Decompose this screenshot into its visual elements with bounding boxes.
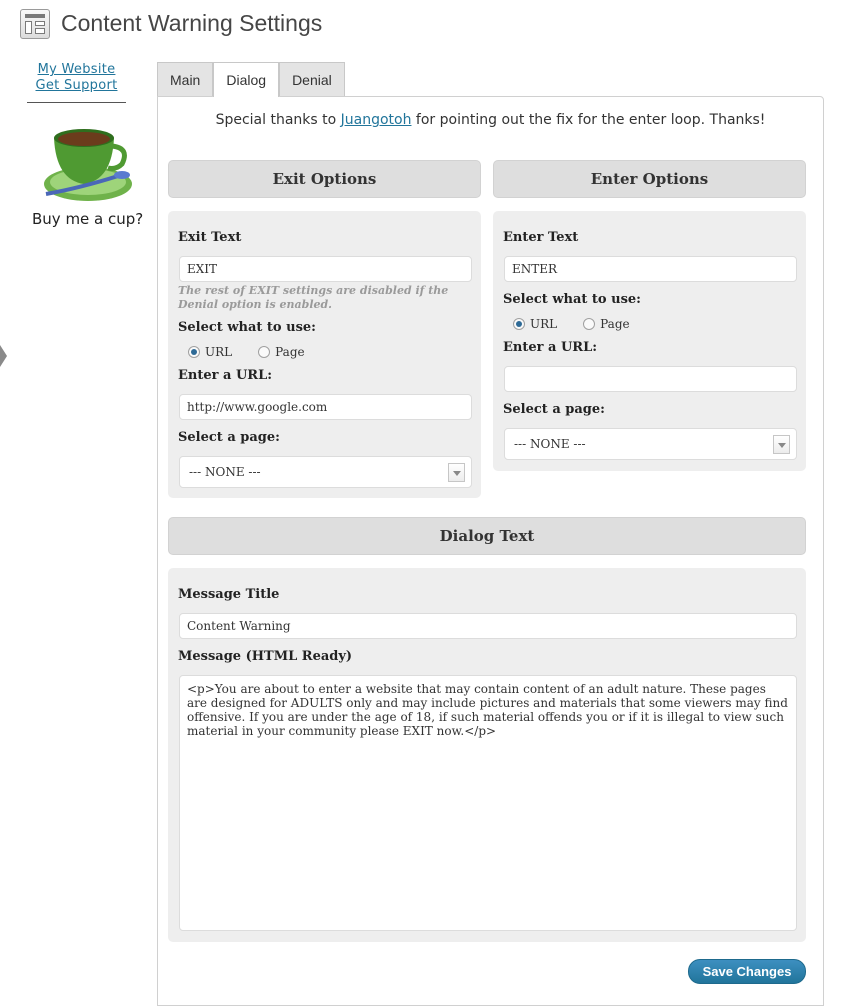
- thanks-notice: Special thanks to Juangotoh for pointing…: [158, 112, 823, 128]
- buy-me-a-cup-text: Buy me a cup?: [32, 210, 144, 228]
- enter-url-label: Enter a URL:: [503, 340, 598, 355]
- dialog-text-box: Message Title Content Warning Message (H…: [168, 568, 806, 942]
- exit-disabled-note: The rest of EXIT settings are disabled i…: [178, 284, 449, 311]
- dialog-text-heading: Dialog Text: [168, 517, 806, 555]
- exit-text-input[interactable]: EXIT: [179, 256, 472, 282]
- exit-page-radio[interactable]: [258, 346, 271, 358]
- exit-page-radio-label: Page: [275, 345, 305, 359]
- enter-page-radio[interactable]: [583, 318, 596, 330]
- message-label: Message (HTML Ready): [178, 649, 353, 664]
- settings-page-icon: [20, 9, 50, 39]
- enter-url-input[interactable]: [504, 366, 797, 392]
- enter-text-label: Enter Text: [503, 230, 579, 245]
- enter-url-radio-label: URL: [530, 317, 558, 331]
- chevron-down-icon[interactable]: [773, 435, 790, 454]
- exit-url-radio[interactable]: [188, 346, 200, 358]
- exit-text-label: Exit Text: [178, 230, 242, 245]
- coffee-cup-icon[interactable]: [30, 118, 145, 206]
- enter-page-select-value: --- NONE ---: [514, 437, 586, 451]
- save-changes-button[interactable]: Save Changes: [688, 959, 806, 984]
- exit-url-radio-label: URL: [205, 345, 233, 359]
- exit-page-select-value: --- NONE ---: [189, 465, 261, 479]
- message-textarea[interactable]: <p>You are about to enter a website that…: [179, 675, 797, 931]
- tab-dialog[interactable]: Dialog: [213, 62, 280, 97]
- juangotoh-link[interactable]: Juangotoh: [341, 112, 412, 128]
- thanks-text-after: for pointing out the fix for the enter l…: [411, 112, 766, 128]
- message-title-input[interactable]: Content Warning: [179, 613, 797, 639]
- thanks-text-before: Special thanks to: [215, 112, 341, 128]
- message-title-label: Message Title: [178, 587, 280, 602]
- enter-page-radio-label: Page: [600, 317, 630, 331]
- tab-bar: Main Dialog Denial: [157, 62, 345, 97]
- collapse-arrow-icon[interactable]: [0, 345, 7, 367]
- exit-page-label: Select a page:: [178, 430, 280, 445]
- chevron-down-icon[interactable]: [448, 463, 465, 482]
- enter-url-radio[interactable]: [513, 318, 525, 330]
- enter-select-label: Select what to use:: [503, 292, 641, 307]
- exit-url-label: Enter a URL:: [178, 368, 273, 383]
- enter-options-box: Enter Text ENTER Select what to use: URL…: [493, 211, 806, 471]
- tab-main[interactable]: Main: [157, 62, 214, 97]
- enter-type-radios: URL Page: [513, 317, 656, 331]
- exit-url-input[interactable]: http://www.google.com: [179, 394, 472, 420]
- exit-type-radios: URL Page: [188, 345, 331, 359]
- enter-page-label: Select a page:: [503, 402, 605, 417]
- page-title: Content Warning Settings: [61, 10, 323, 36]
- enter-page-select[interactable]: --- NONE ---: [504, 428, 797, 460]
- tab-denial[interactable]: Denial: [279, 62, 345, 97]
- enter-text-input[interactable]: ENTER: [504, 256, 797, 282]
- exit-options-box: Exit Text EXIT The rest of EXIT settings…: [168, 211, 481, 498]
- exit-page-select[interactable]: --- NONE ---: [179, 456, 472, 488]
- my-website-link[interactable]: My Website: [27, 62, 126, 78]
- get-support-link[interactable]: Get Support: [27, 78, 126, 94]
- exit-select-label: Select what to use:: [178, 320, 316, 335]
- exit-options-heading: Exit Options: [168, 160, 481, 198]
- enter-options-heading: Enter Options: [493, 160, 806, 198]
- sidebar-links: My Website Get Support: [27, 62, 126, 103]
- dialog-settings-panel: Special thanks to Juangotoh for pointing…: [157, 96, 824, 1006]
